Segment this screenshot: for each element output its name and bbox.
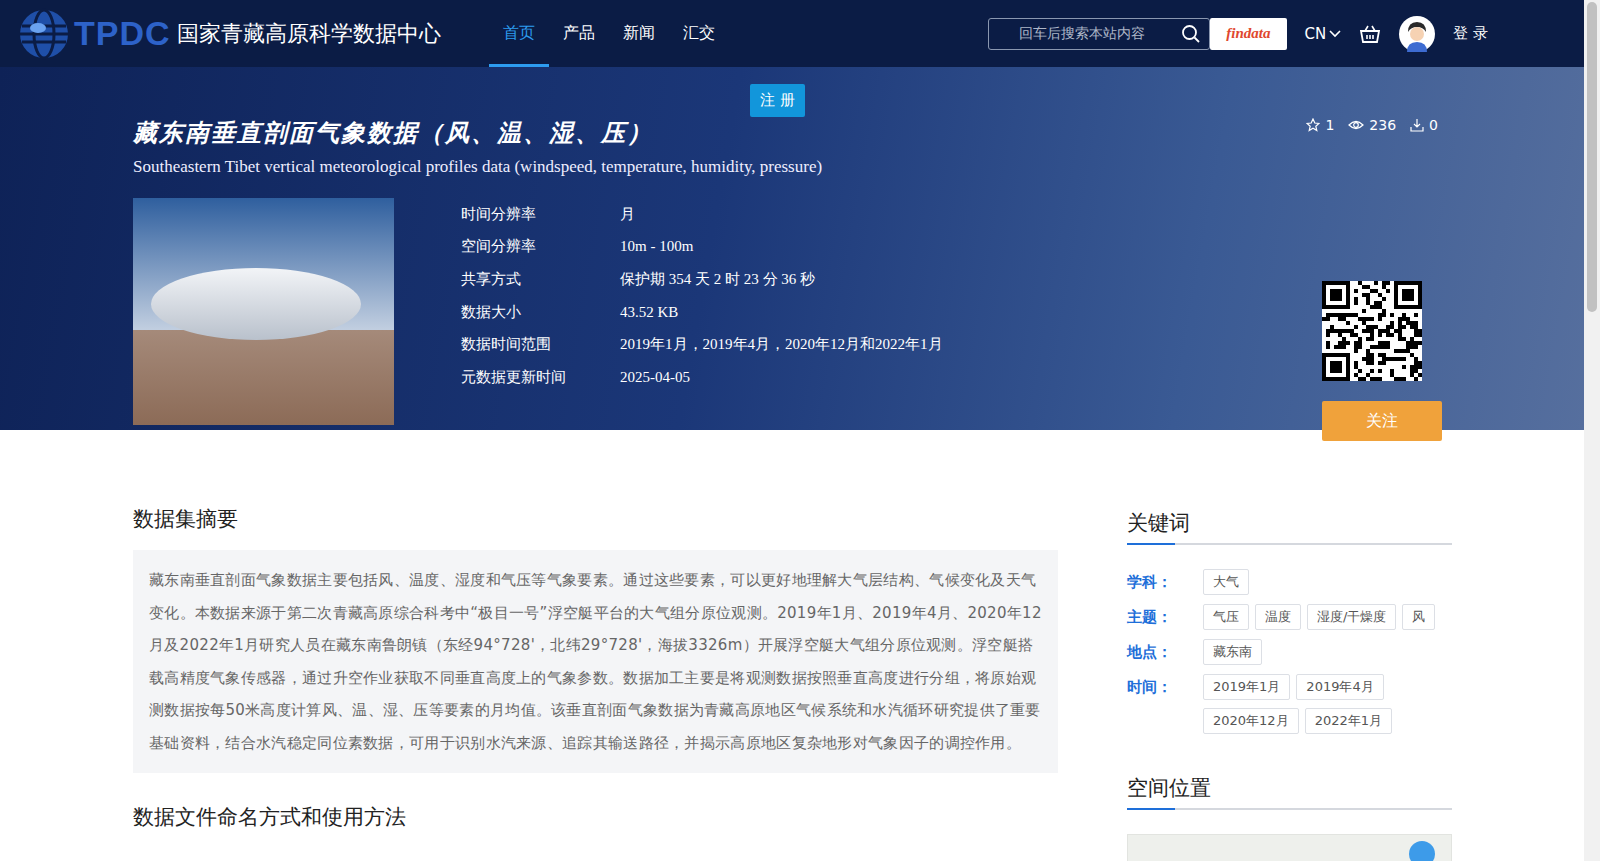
naming-heading: 数据文件命名方式和使用方法 [133,803,1058,831]
keyword-label: 时间： [1127,674,1203,700]
info-label: 数据大小 [461,303,620,322]
header-tools: 回车后搜索本站内容 findata CN 登 录 [988,16,1568,52]
page-content: TPDC国家青藏高原科学数据中心首页产品新闻汇交回车后搜索本站内容findata… [0,0,1584,861]
nav-item[interactable]: 汇交 [669,0,729,67]
info-value: 月 [620,205,635,224]
keyword-tags: 气压温度湿度/干燥度风 [1203,604,1435,630]
logo-name: 国家青藏高原科学数据中心 [177,19,441,49]
star-icon[interactable] [1306,118,1320,132]
keyword-tags: 大气 [1203,569,1249,595]
stat: 0 [1410,117,1438,133]
keyword-tags: 藏东南 [1203,639,1262,665]
scrollbar-thumb[interactable] [1587,2,1597,312]
info-row: 数据时间范围2019年1月，2019年4月，2020年12月和2022年1月 [461,328,943,361]
info-value: 10m - 100m [620,238,693,255]
keyword-tag[interactable]: 气压 [1203,604,1249,630]
search-box[interactable]: 回车后搜索本站内容 [988,18,1210,50]
main-nav: 首页产品新闻汇交 [489,0,729,67]
keywords-heading: 关键词 [1127,509,1452,545]
keyword-tag[interactable]: 湿度/干燥度 [1307,604,1396,630]
chevron-down-icon [1329,30,1341,38]
page: TPDC国家青藏高原科学数据中心首页产品新闻汇交回车后搜索本站内容findata… [0,0,1600,861]
keyword-tag[interactable]: 温度 [1255,604,1301,630]
info-label: 元数据更新时间 [461,368,620,387]
info-label: 空间分辨率 [461,237,620,256]
info-row: 时间分辨率月 [461,198,943,231]
dataset-details: 数据集摘要藏东南垂直剖面气象数据主要包括风、温度、湿度和气压等气象要素。通过这些… [0,430,1584,861]
scrollbar[interactable] [1584,0,1600,861]
findata-button[interactable]: findata [1210,18,1286,50]
language-label: CN [1305,25,1327,43]
avatar-icon[interactable] [1399,16,1435,52]
sidebar: 关键词学科：大气主题：气压温度湿度/干燥度风地点：藏东南时间：2019年1月20… [1127,505,1452,861]
nav-item[interactable]: 新闻 [609,0,669,67]
search-icon[interactable] [1181,24,1201,44]
register-button[interactable]: 注 册 [750,84,805,117]
logo[interactable]: TPDC国家青藏高原科学数据中心 [16,6,441,62]
info-label: 共享方式 [461,270,620,289]
info-row: 共享方式保护期 354 天 2 时 23 分 36 秒 [461,263,943,296]
info-row: 空间分辨率10m - 100m [461,231,943,264]
keyword-tag[interactable]: 2020年12月 [1203,708,1299,734]
keyword-group: 学科：大气 [1127,569,1452,595]
abstract-heading: 数据集摘要 [133,505,1058,533]
space-heading: 空间位置 [1127,774,1452,810]
info-value: 43.52 KB [620,304,678,321]
keyword-label: 主题： [1127,604,1203,630]
login-link[interactable]: 登 录 [1453,24,1488,43]
keyword-tag[interactable]: 大气 [1203,569,1249,595]
stat-count: 1 [1325,117,1334,133]
follow-button[interactable]: 关注 [1322,401,1442,441]
info-row: 数据大小43.52 KB [461,296,943,329]
dataset-photo [133,198,394,425]
search-placeholder: 回车后搜索本站内容 [1019,25,1175,43]
top-bar: TPDC国家青藏高原科学数据中心首页产品新闻汇交回车后搜索本站内容findata… [0,0,1584,67]
main-column: 数据集摘要藏东南垂直剖面气象数据主要包括风、温度、湿度和气压等气象要素。通过这些… [133,505,1058,861]
keyword-group: 主题：气压温度湿度/干燥度风 [1127,604,1452,630]
nav-item[interactable]: 产品 [549,0,609,67]
info-value: 保护期 354 天 2 时 23 分 36 秒 [620,270,815,289]
keyword-group: 时间：2019年1月2019年4月 2020年12月2022年1月 [1127,674,1452,734]
globe-icon [16,6,72,62]
download-icon[interactable] [1410,118,1424,132]
stat-count: 236 [1369,117,1396,133]
keyword-tag[interactable]: 藏东南 [1203,639,1262,665]
qr-code-icon [1322,281,1422,381]
info-value: 2019年1月，2019年4月，2020年12月和2022年1月 [620,335,943,354]
stat-count: 0 [1429,117,1438,133]
info-label: 数据时间范围 [461,335,620,354]
stat: 1 [1306,117,1334,133]
dataset-title: 藏东南垂直剖面气象数据（风、温、湿、压） [133,117,822,149]
info-row: 元数据更新时间2025-04-05 [461,361,943,394]
dataset-hero: 注 册藏东南垂直剖面气象数据（风、温、湿、压） Southeastern Tibe… [0,67,1584,430]
share-column: 关注 [1322,281,1442,441]
dataset-titles: 藏东南垂直剖面气象数据（风、温、湿、压） Southeastern Tibet v… [133,117,822,177]
info-value: 2025-04-05 [620,369,690,386]
basket-icon[interactable] [1359,24,1381,44]
info-label: 时间分辨率 [461,205,620,224]
keyword-tags: 2019年1月2019年4月 2020年12月2022年1月 [1203,674,1452,734]
keyword-tag[interactable]: 2019年4月 [1296,674,1383,700]
keyword-label: 地点： [1127,639,1203,665]
keyword-label: 学科： [1127,569,1203,595]
language-select[interactable]: CN [1305,25,1342,43]
logo-abbr: TPDC [74,14,171,53]
keyword-group: 地点：藏东南 [1127,639,1452,665]
nav-item[interactable]: 首页 [489,0,549,67]
dataset-subtitle: Southeastern Tibet vertical meteorologic… [133,157,822,177]
keyword-tag[interactable]: 风 [1402,604,1435,630]
title-row: 藏东南垂直剖面气象数据（风、温、湿、压） Southeastern Tibet v… [133,117,1442,177]
stat: 236 [1348,117,1396,133]
keyword-tag[interactable]: 2022年1月 [1305,708,1392,734]
dataset-stats: 1 236 0 [1306,117,1438,133]
abstract-box: 藏东南垂直剖面气象数据主要包括风、温度、湿度和气压等气象要素。通过这些要素，可以… [133,550,1058,773]
eye-icon [1348,118,1364,132]
info-table: 时间分辨率月空间分辨率10m - 100m共享方式保护期 354 天 2 时 2… [461,198,943,425]
keyword-groups: 学科：大气主题：气压温度湿度/干燥度风地点：藏东南时间：2019年1月2019年… [1127,569,1452,734]
location-map[interactable] [1127,834,1452,861]
dataset-overview: 时间分辨率月空间分辨率10m - 100m共享方式保护期 354 天 2 时 2… [133,198,1442,425]
map-control-icon[interactable] [1409,841,1435,861]
keyword-tag[interactable]: 2019年1月 [1203,674,1290,700]
